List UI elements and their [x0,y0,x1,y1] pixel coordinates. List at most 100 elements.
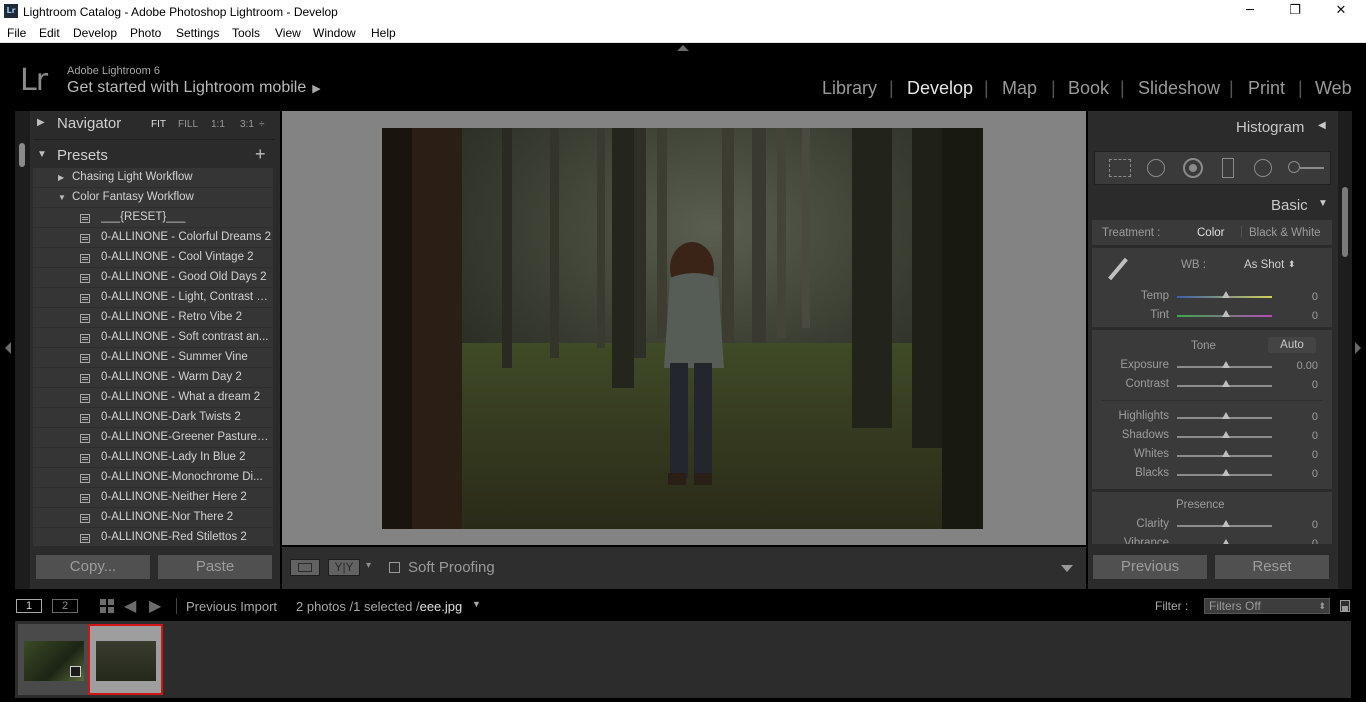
before-after-dropdown-icon[interactable]: ▾ [366,560,371,571]
menu-edit[interactable]: Edit [39,26,60,40]
vibrance-value[interactable]: 0 [1312,538,1318,544]
treatment-color[interactable]: Color [1197,227,1224,239]
whites-slider[interactable] [1177,450,1272,457]
scrollbar-thumb[interactable] [1342,187,1348,257]
right-panel-toggle-icon[interactable] [1355,342,1361,354]
auto-tone-button[interactable]: Auto [1268,337,1316,353]
preset-item[interactable]: 0-ALLINONE - Summer Vine [33,348,273,368]
reset-button[interactable]: Reset [1214,554,1330,580]
preset-folder[interactable]: ▶ Chasing Light Workflow [33,168,273,188]
photo-preview[interactable] [382,128,983,529]
navigator-header[interactable]: ▶ Navigator FIT FILL 1:1 3:1 ÷ [33,111,275,137]
zoom-fit[interactable]: FIT [151,119,166,130]
adjustment-brush-icon[interactable] [1288,160,1324,176]
basic-title[interactable]: Basic [1271,197,1308,214]
blacks-slider[interactable] [1177,469,1272,476]
loupe-view-button[interactable] [290,559,320,576]
clarity-value[interactable]: 0 [1312,519,1318,531]
preset-item[interactable]: 0-ALLINONE-Red Stilettos 2 [33,528,273,546]
slider-knob[interactable] [1222,539,1230,544]
zoom-fill[interactable]: FILL [178,119,198,130]
preset-item[interactable]: 0-ALLINONE-Greener Pastures 2 [33,428,273,448]
zoom-1-1[interactable]: 1:1 [211,119,225,130]
preset-item[interactable]: 0-ALLINONE - Warm Day 2 [33,368,273,388]
menu-window[interactable]: Window [313,26,356,40]
shadows-value[interactable]: 0 [1312,430,1318,442]
minimize-button[interactable]: ─ [1235,2,1265,22]
filter-lock-icon[interactable] [1340,600,1350,612]
filmstrip-thumbnail[interactable] [18,624,90,695]
soft-proofing-checkbox[interactable] [389,562,400,573]
temp-slider[interactable] [1177,291,1272,298]
filmstrip-source[interactable]: Previous Import [186,599,277,614]
treatment-black-white[interactable]: Black & White [1249,227,1321,239]
slider-knob[interactable] [1222,520,1230,527]
module-print[interactable]: Print [1248,78,1285,99]
wb-dropdown-icon[interactable]: ⬍ [1288,259,1296,270]
main-window-button[interactable]: 1 [16,599,42,613]
before-after-button[interactable]: Y|Y [328,559,360,576]
wb-value[interactable]: As Shot [1244,259,1284,271]
module-book[interactable]: Book [1068,78,1109,99]
menu-settings[interactable]: Settings [176,26,219,40]
histogram-collapse-icon[interactable]: ◀ [1318,120,1326,131]
left-panel-scrollbar[interactable] [15,111,30,589]
preset-item[interactable]: 0-ALLINONE - Colorful Dreams 2 [33,228,273,248]
preset-item[interactable]: 0-ALLINONE - Soft contrast an... [33,328,273,348]
preset-item[interactable]: ___{RESET}___ [33,208,273,228]
slider-knob[interactable] [1222,412,1230,419]
histogram-title[interactable]: Histogram [1236,119,1304,136]
preset-item[interactable]: 0-ALLINONE - Good Old Days 2 [33,268,273,288]
crop-tool-icon[interactable] [1109,159,1131,177]
highlights-slider[interactable] [1177,412,1272,419]
preset-item[interactable]: 0-ALLINONE - Retro Vibe 2 [33,308,273,328]
preset-item[interactable]: 0-ALLINONE-Monochrome Di... [33,468,273,488]
temp-value[interactable]: 0 [1312,291,1318,303]
menu-file[interactable]: File [7,26,26,40]
graduated-filter-icon[interactable] [1222,158,1234,178]
menu-help[interactable]: Help [371,26,396,40]
preset-folder[interactable]: ▼ Color Fantasy Workflow [33,188,273,208]
whites-value[interactable]: 0 [1312,449,1318,461]
left-panel-toggle-icon[interactable] [5,342,11,354]
blacks-value[interactable]: 0 [1312,468,1318,480]
mobile-prompt[interactable]: Get started with Lightroom mobile ▶ [67,79,321,97]
maximize-button[interactable]: ❐ [1280,2,1310,22]
red-eye-icon[interactable] [1183,158,1203,178]
exposure-value[interactable]: 0.00 [1297,360,1318,372]
slider-knob[interactable] [1222,380,1230,387]
zoom-3-1[interactable]: 3:1 [240,119,254,130]
paste-settings-button[interactable]: Paste [157,554,273,580]
menu-tools[interactable]: Tools [232,26,260,40]
slider-knob[interactable] [1222,431,1230,438]
preset-item[interactable]: 0-ALLINONE - Cool Vintage 2 [33,248,273,268]
right-panel-scrollbar[interactable] [1338,111,1352,589]
tint-slider[interactable] [1177,310,1272,317]
module-slideshow[interactable]: Slideshow [1138,78,1220,99]
image-canvas[interactable] [282,111,1086,545]
shadows-slider[interactable] [1177,431,1272,438]
filter-select[interactable]: Filters Off ⬍ [1204,598,1330,614]
slider-knob[interactable] [1222,450,1230,457]
forward-arrow-icon[interactable]: ▶ [149,596,161,616]
preset-item[interactable]: 0-ALLINONE - Light, Contrast a... [33,288,273,308]
preset-item[interactable]: 0-ALLINONE-Dark Twists 2 [33,408,273,428]
exposure-slider[interactable] [1177,361,1272,368]
slider-knob[interactable] [1222,310,1230,317]
clarity-slider[interactable] [1177,520,1272,527]
contrast-slider[interactable] [1177,380,1272,387]
scrollbar-thumb[interactable] [19,143,25,167]
second-window-button[interactable]: 2 [52,599,78,613]
add-preset-icon[interactable]: + [255,144,266,165]
module-map[interactable]: Map [1002,78,1037,99]
preset-item[interactable]: 0-ALLINONE-Nor There 2 [33,508,273,528]
top-panel-toggle-icon[interactable] [677,45,689,51]
menu-photo[interactable]: Photo [130,26,161,40]
presets-header[interactable]: ▼ Presets + [33,143,275,169]
vibrance-slider[interactable] [1222,539,1230,544]
close-button[interactable]: ✕ [1326,2,1356,22]
module-library[interactable]: Library [822,78,877,99]
slider-knob[interactable] [1222,291,1230,298]
zoom-dropdown-icon[interactable]: ÷ [259,119,265,130]
preset-item[interactable]: 0-ALLINONE - What a dream 2 [33,388,273,408]
